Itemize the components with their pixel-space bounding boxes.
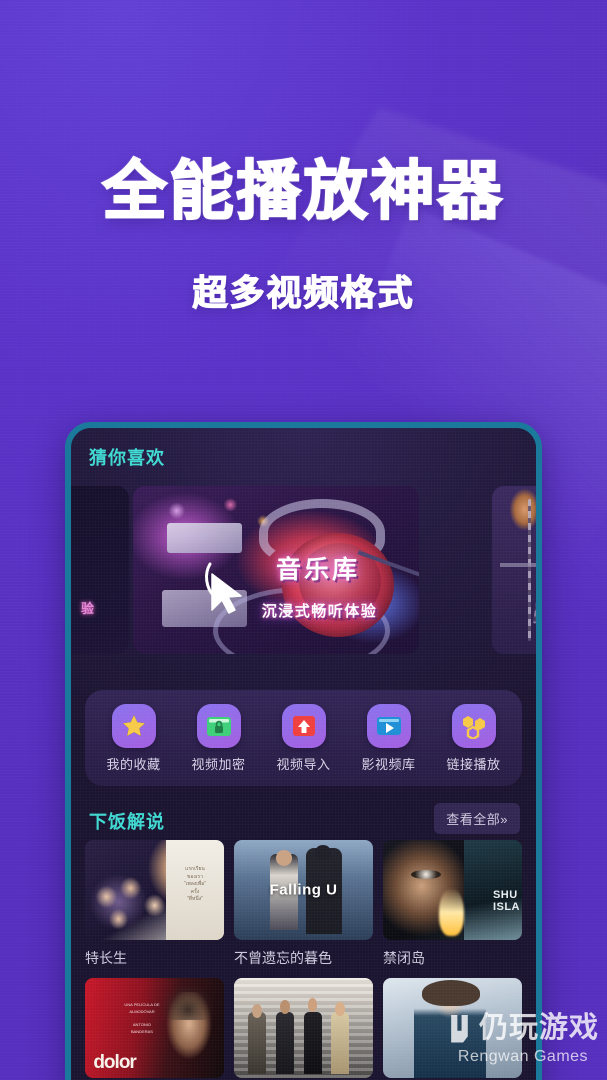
thumb-caption-text: SHU ISLA [492, 889, 520, 913]
quick-action-label: 我的收藏 [106, 756, 161, 772]
star-icon [111, 703, 156, 748]
quick-action-label: 影视频库 [361, 756, 416, 772]
video-thumbnail [234, 978, 373, 1078]
video-thumbnail: UNA PELÍCULA DE ALMODÓVAR ANTONIO BANDERAS … [85, 978, 224, 1078]
video-card-label: 特长生 [85, 950, 127, 966]
banner-title: 音乐库 [276, 555, 361, 584]
recommend-section-title: 猜你喜欢 [89, 448, 165, 468]
phone-mockup: 猜你喜欢 验 音乐库 沉浸式畅听体验 我的收藏 视频加密 视频导入 影视频库 链… [65, 422, 542, 1080]
video-thumbnail: SHU ISLA [383, 840, 522, 940]
view-all-button[interactable]: 查看全部» [434, 803, 520, 834]
video-card[interactable]: UNA PELÍCULA DE ALMODÓVAR ANTONIO BANDERAS … [85, 978, 224, 1080]
hexagon-link-icon [451, 703, 496, 748]
carousel-prev-card-text: 验 [81, 601, 95, 616]
quick-action-library[interactable]: 影视频库 [350, 703, 428, 773]
video-card[interactable]: Falling U 不曾遗忘的暮色 [234, 840, 373, 968]
video-play-icon [366, 703, 411, 748]
next-card-chain [527, 499, 531, 641]
video-card-label: 不曾遗忘的暮色 [234, 950, 332, 966]
banner-subtitle: 沉浸式畅听体验 [261, 603, 378, 621]
quick-action-label: 视频导入 [276, 756, 331, 772]
banner-art-panel [167, 522, 242, 554]
video-card[interactable] [234, 978, 373, 1080]
phone-screen: 猜你喜欢 验 音乐库 沉浸式畅听体验 我的收藏 视频加密 视频导入 影视频库 链… [71, 428, 536, 1080]
video-card[interactable]: SHU ISLA 禁闭岛 [383, 840, 522, 968]
quick-action-label: 视频加密 [191, 756, 246, 772]
video-thumbnail [383, 978, 522, 1078]
quick-action-import[interactable]: 视频导入 [265, 703, 343, 773]
next-card-bar [499, 563, 536, 568]
video-card[interactable] [383, 978, 522, 1080]
page-title: 全能播放神器 [102, 155, 505, 227]
video-card-label: 禁闭岛 [383, 950, 425, 966]
thumb-overlay-title: dolor [93, 1052, 136, 1073]
thumb-overlay-title: Falling U [269, 881, 338, 899]
quick-action-encrypt[interactable]: 视频加密 [180, 703, 258, 773]
mouse-cursor-icon [204, 562, 242, 614]
folder-lock-icon [196, 703, 241, 748]
quick-action-label: 链接播放 [446, 756, 501, 772]
quick-actions-bar: 我的收藏 视频加密 视频导入 影视频库 链接播放 [85, 690, 522, 786]
carousel-active-card[interactable]: 音乐库 沉浸式畅听体验 [133, 486, 419, 654]
videos-grid: แรกเรียน ของเรา "เพลงเพื่อ" ครั้ง "ที่หนึ่ง"… [85, 840, 522, 1080]
carousel-prev-card[interactable]: 验 [71, 486, 129, 654]
video-thumbnail: แรกเรียน ของเรา "เพลงเพื่อ" ครั้ง "ที่หนึ่ง" [85, 840, 224, 940]
carousel-next-card[interactable] [492, 486, 536, 654]
hero-text-block: 全能播放神器 超多视频格式 [0, 0, 607, 316]
upload-arrow-icon [281, 703, 326, 748]
page-subtitle: 超多视频格式 [192, 274, 415, 314]
recommend-carousel[interactable]: 验 音乐库 沉浸式畅听体验 [71, 476, 536, 666]
thumb-caption-text: UNA PELÍCULA DE ALMODÓVAR ANTONIO BANDERAS [124, 1002, 160, 1035]
quick-action-link-play[interactable]: 链接播放 [435, 703, 513, 773]
video-thumbnail: Falling U [234, 840, 373, 940]
videos-section-title: 下饭解说 [89, 812, 165, 832]
thumb-caption-text: แรกเรียน ของเรา "เพลงเพื่อ" ครั้ง "ที่หนึ่ง" [183, 866, 207, 902]
quick-action-favorites[interactable]: 我的收藏 [95, 703, 173, 773]
video-card[interactable]: แรกเรียน ของเรา "เพลงเพื่อ" ครั้ง "ที่หนึ่ง"… [85, 840, 224, 968]
